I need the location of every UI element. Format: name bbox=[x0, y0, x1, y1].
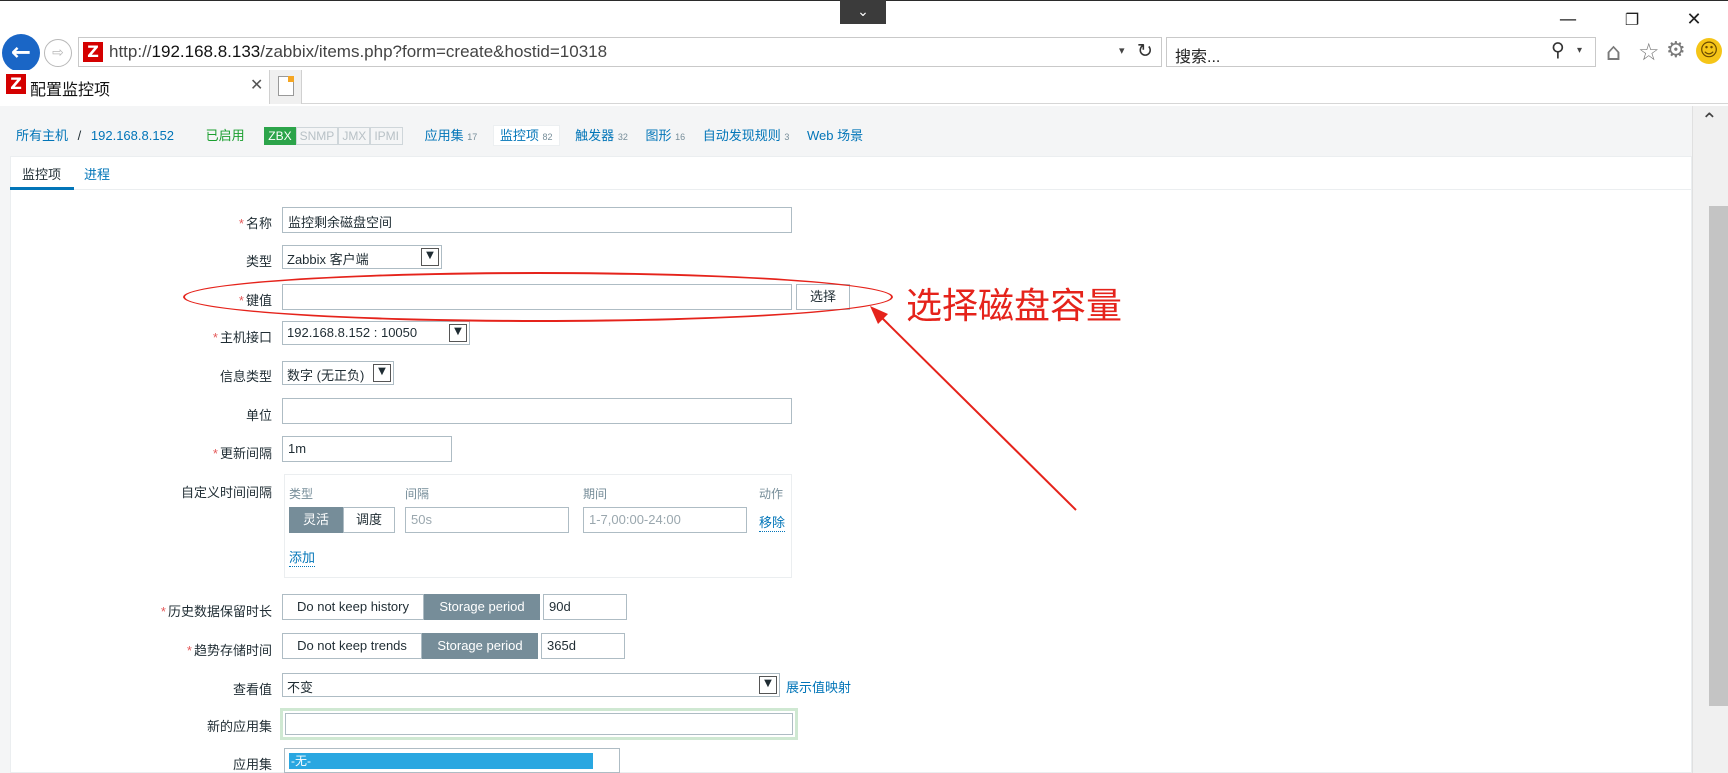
type-select[interactable]: Zabbix 客户端 ▼ bbox=[282, 245, 442, 269]
form-tabs: 监控项 进程 bbox=[10, 156, 1692, 190]
smiley-icon[interactable]: ☺ bbox=[1696, 38, 1722, 64]
custom-intervals-table: 类型 间隔 期间 动作 灵活 调度 50s 1-7,00:00-24:00 移除… bbox=[284, 474, 792, 578]
update-interval-label: * 更新间隔 bbox=[212, 446, 272, 461]
nav-triggers[interactable]: 触发器 32 bbox=[575, 128, 628, 143]
star-icon[interactable]: ☆ bbox=[1638, 38, 1660, 66]
breadcrumb-host[interactable]: 192.168.8.152 bbox=[91, 128, 174, 143]
new-application-label: 新的应用集 bbox=[206, 719, 272, 734]
name-input[interactable]: 监控剩余磁盘空间 bbox=[282, 207, 792, 233]
chevron-down-icon: ▼ bbox=[421, 248, 439, 266]
active-tab-underline bbox=[10, 187, 74, 190]
restore-button[interactable]: ❐ bbox=[1610, 6, 1654, 34]
name-label: * 名称 bbox=[238, 216, 272, 231]
history-period-input[interactable]: 90d bbox=[543, 594, 627, 620]
applications-option-none[interactable]: -无- bbox=[289, 753, 593, 769]
chevron-down-icon: ▼ bbox=[373, 364, 391, 382]
applications-listbox[interactable]: -无- bbox=[284, 748, 620, 773]
trends-do-not-keep-button[interactable]: Do not keep trends bbox=[282, 633, 422, 659]
scheduling-toggle[interactable]: 调度 bbox=[343, 507, 395, 533]
new-tab-button[interactable] bbox=[270, 70, 302, 104]
trends-period-input[interactable]: 365d bbox=[541, 633, 625, 659]
search-dropdown-icon[interactable]: ▾ bbox=[1577, 45, 1582, 56]
chevron-down-icon: ▼ bbox=[449, 324, 467, 342]
breadcrumb-all-hosts[interactable]: 所有主机 bbox=[16, 128, 68, 143]
annotation-arrow bbox=[870, 306, 1077, 511]
search-placeholder: 搜索... bbox=[1175, 49, 1221, 66]
unit-label: 单位 bbox=[245, 408, 272, 423]
address-dropdown-icon[interactable]: ▾ bbox=[1119, 44, 1125, 57]
new-tab-icon bbox=[278, 76, 294, 96]
nav-discovery-rules[interactable]: 自动发现规则 3 bbox=[703, 128, 790, 143]
type-label: 类型 bbox=[245, 254, 272, 269]
new-application-input-focus bbox=[280, 708, 798, 740]
show-value-label: 查看值 bbox=[232, 682, 272, 697]
search-icon[interactable]: ⚲ bbox=[1551, 39, 1565, 61]
custom-intervals-label: 自定义时间间隔 bbox=[180, 485, 272, 500]
refresh-icon[interactable]: ↻ bbox=[1137, 40, 1153, 62]
zabbix-logo-icon: Z bbox=[83, 42, 103, 62]
badge-zbx: ZBX bbox=[264, 127, 296, 145]
add-interval-link[interactable]: 添加 bbox=[289, 547, 316, 567]
breadcrumb: 所有主机 / 192.168.8.152 已启用 ZBX SNMP JMX IPMI … bbox=[16, 125, 863, 147]
back-arrow-icon[interactable]: ← bbox=[2, 34, 40, 72]
nav-graphs[interactable]: 图形 16 bbox=[645, 128, 685, 143]
chevron-down-icon: ▼ bbox=[759, 676, 777, 694]
col-interval-header: 间隔 bbox=[405, 487, 430, 501]
tab-favicon-icon: Z bbox=[6, 74, 26, 94]
close-window-button[interactable]: ✕ bbox=[1672, 6, 1716, 34]
info-type-select[interactable]: 数字 (无正负) ▼ bbox=[282, 361, 394, 385]
remove-interval-link[interactable]: 移除 bbox=[759, 512, 786, 532]
home-icon[interactable]: ⌂ bbox=[1606, 38, 1621, 66]
gear-icon[interactable]: ⚙ bbox=[1666, 38, 1686, 63]
tab-items[interactable]: 监控项 bbox=[22, 164, 61, 183]
col-period-header: 期间 bbox=[583, 487, 608, 501]
flexible-toggle[interactable]: 灵活 bbox=[289, 507, 343, 533]
unit-input[interactable] bbox=[282, 398, 792, 424]
period-input[interactable]: 1-7,00:00-24:00 bbox=[583, 507, 747, 533]
breadcrumb-separator: / bbox=[77, 128, 82, 143]
page-scrollbar[interactable]: ⌃ bbox=[1692, 106, 1728, 773]
scroll-thumb[interactable] bbox=[1709, 206, 1728, 706]
address-bar[interactable]: Z http://192.168.8.133/zabbix/items.php?… bbox=[78, 37, 1162, 67]
availability-badges: ZBX SNMP JMX IPMI bbox=[264, 127, 403, 145]
trends-label: * 趋势存储时间 bbox=[186, 643, 272, 658]
nav-applications[interactable]: 应用集 17 bbox=[425, 128, 478, 143]
annotation-ellipse bbox=[183, 272, 893, 322]
interface-select[interactable]: 192.168.8.152 : 10050 ▼ bbox=[282, 321, 470, 345]
col-action-header: 动作 bbox=[759, 487, 784, 501]
badge-jmx: JMX bbox=[338, 127, 371, 145]
trends-storage-period-button[interactable]: Storage period bbox=[422, 633, 538, 659]
minimize-button[interactable]: — bbox=[1546, 6, 1590, 34]
interval-input[interactable]: 50s bbox=[405, 507, 569, 533]
badge-snmp: SNMP bbox=[295, 127, 339, 145]
update-interval-input[interactable]: 1m bbox=[282, 436, 452, 462]
new-application-input[interactable] bbox=[285, 713, 793, 735]
applications-label: 应用集 bbox=[232, 757, 272, 772]
annotation-text: 选择磁盘容量 bbox=[906, 286, 1123, 327]
close-tab-icon[interactable]: ✕ bbox=[250, 75, 263, 94]
history-do-not-keep-button[interactable]: Do not keep history bbox=[282, 594, 424, 620]
tab-preprocessing[interactable]: 进程 bbox=[84, 164, 110, 183]
interface-label: * 主机接口 bbox=[212, 330, 272, 345]
browser-tab[interactable]: Z 配置监控项 ✕ bbox=[0, 70, 270, 104]
show-value-select[interactable]: 不变 ▼ bbox=[282, 673, 780, 697]
history-storage-period-button[interactable]: Storage period bbox=[424, 594, 540, 620]
info-type-label: 信息类型 bbox=[219, 369, 272, 384]
tab-title: 配置监控项 bbox=[30, 82, 111, 99]
address-url[interactable]: http://192.168.8.133/zabbix/items.php?fo… bbox=[109, 42, 607, 62]
badge-ipmi: IPMI bbox=[370, 127, 403, 145]
nav-items[interactable]: 监控项 82 bbox=[492, 125, 560, 146]
forward-icon[interactable]: ⇨ bbox=[44, 39, 72, 67]
show-value-mappings-link[interactable]: 展示值映射 bbox=[786, 677, 851, 696]
history-label: * 历史数据保留时长 bbox=[160, 604, 272, 619]
col-type-header: 类型 bbox=[289, 487, 314, 501]
chevron-down-icon[interactable]: ⌄ bbox=[840, 0, 886, 24]
nav-web-scenarios[interactable]: Web 场景 bbox=[807, 128, 863, 143]
host-status-enabled[interactable]: 已启用 bbox=[206, 128, 245, 143]
scroll-up-icon[interactable]: ⌃ bbox=[1701, 108, 1718, 132]
browser-search-box[interactable]: 搜索... ⚲ ▾ bbox=[1166, 37, 1596, 67]
